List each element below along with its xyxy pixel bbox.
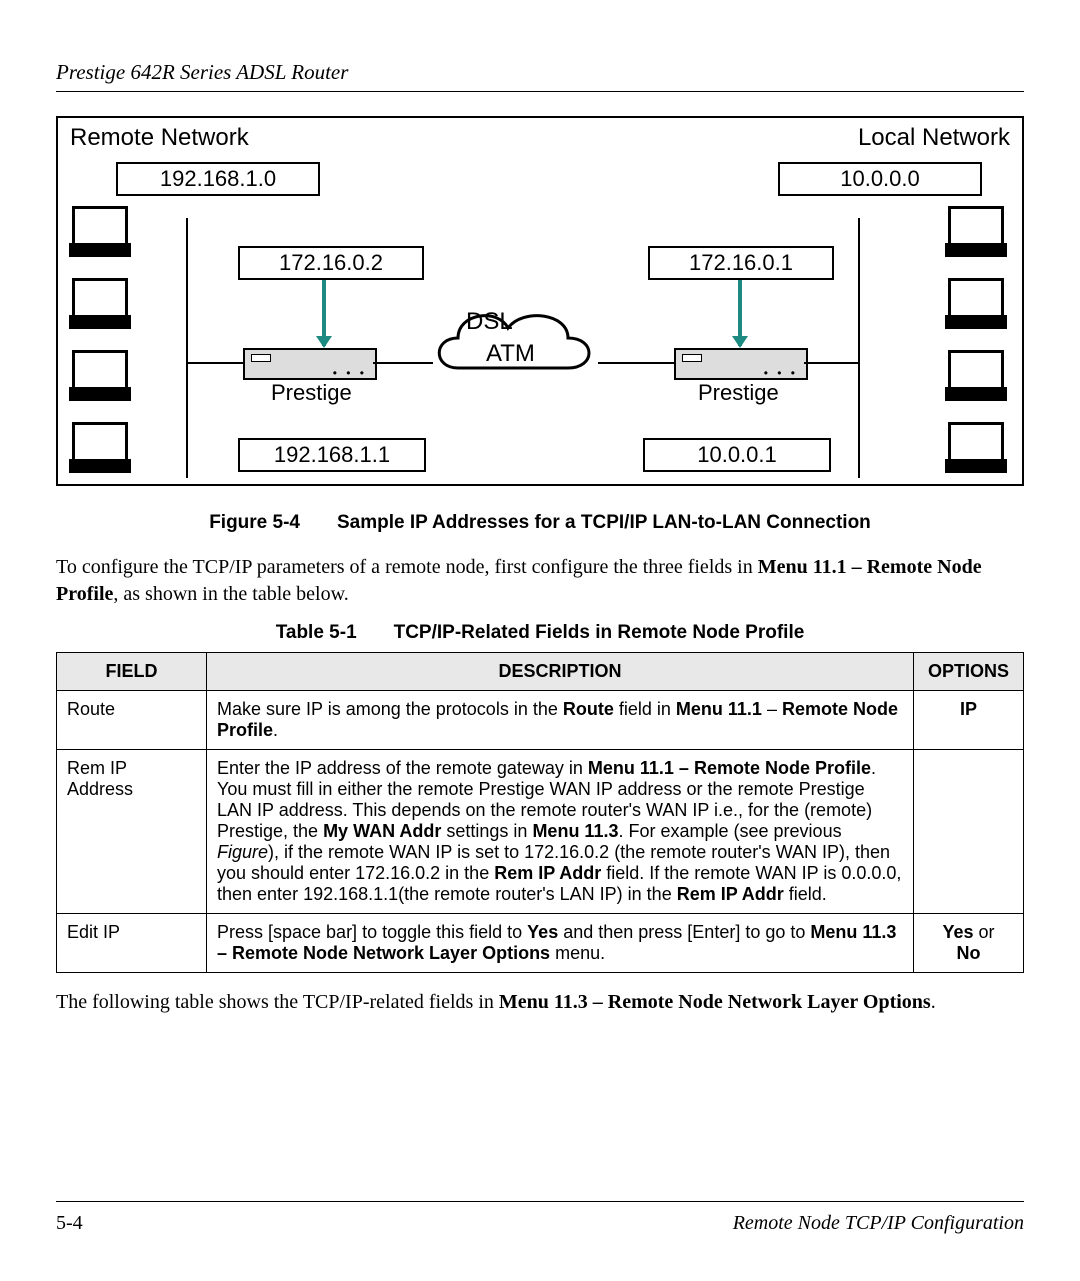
router-icon [243,348,377,380]
intro-paragraph: To configure the TCP/IP parameters of a … [56,554,1024,608]
remote-host-ip: 192.168.1.1 [238,438,426,472]
wire [598,362,674,364]
page: Prestige 642R Series ADSL Router Remote … [0,0,1080,1281]
running-head: Prestige 642R Series ADSL Router [56,60,1024,92]
outro-paragraph: The following table shows the TCP/IP-rel… [56,989,1024,1016]
cell-options [914,750,1024,914]
laptop-icon [72,422,128,466]
remote-wan-ip: 172.16.0.2 [238,246,424,280]
page-number: 5-4 [56,1212,83,1235]
section-title: Remote Node TCP/IP Configuration [733,1212,1024,1235]
cell-field: Rem IP Address [57,750,207,914]
col-field: FIELD [57,653,207,691]
local-wan-ip: 172.16.0.1 [648,246,834,280]
cell-field: Edit IP [57,914,207,973]
table-caption: Table 5-1 TCP/IP-Related Fields in Remot… [56,622,1024,644]
cloud-label-top: DSL [466,308,513,336]
bus-line [186,218,188,478]
text: . [931,991,936,1013]
cell-description: Make sure IP is among the protocols in t… [207,691,914,750]
col-desc: DESCRIPTION [207,653,914,691]
cell-field: Route [57,691,207,750]
arrow-icon [322,280,326,346]
fields-table: FIELD DESCRIPTION OPTIONS RouteMake sure… [56,652,1024,973]
router-icon [674,348,808,380]
table-row: RouteMake sure IP is among the protocols… [57,691,1024,750]
laptop-icon [72,206,128,250]
figure-caption: Figure 5-4 Sample IP Addresses for a TCP… [56,512,1024,534]
table-row: Rem IP AddressEnter the IP address of th… [57,750,1024,914]
remote-network-title: Remote Network [70,124,249,152]
laptop-icon [948,350,1004,394]
table-header-row: FIELD DESCRIPTION OPTIONS [57,653,1024,691]
cell-description: Press [space bar] to toggle this field t… [207,914,914,973]
menu-ref: Menu 11.3 – Remote Node Network Layer Op… [499,991,931,1013]
router-label-right: Prestige [698,380,779,406]
local-network-title: Local Network [858,124,1010,152]
text: To configure the TCP/IP parameters of a … [56,556,758,578]
text: The following table shows the TCP/IP-rel… [56,991,499,1013]
laptop-icon [72,278,128,322]
laptop-icon [72,350,128,394]
wire [373,362,433,364]
wire [804,362,859,364]
arrow-icon [738,280,742,346]
local-host-ip: 10.0.0.1 [643,438,831,472]
col-options: OPTIONS [914,653,1024,691]
table-number: Table 5-1 [276,622,357,643]
bus-line [858,218,860,478]
laptop-icon [948,278,1004,322]
text: , as shown in the table below. [113,583,348,605]
remote-subnet-ip: 192.168.1.0 [116,162,320,196]
wire [188,362,243,364]
table-title: TCP/IP-Related Fields in Remote Node Pro… [394,622,805,643]
figure-title: Sample IP Addresses for a TCPI/IP LAN-to… [337,512,871,533]
local-subnet-ip: 10.0.0.0 [778,162,982,196]
cloud-label-bottom: ATM [486,340,535,368]
router-label-left: Prestige [271,380,352,406]
page-footer: 5-4 Remote Node TCP/IP Configuration [56,1201,1024,1235]
cell-description: Enter the IP address of the remote gatew… [207,750,914,914]
cell-options: IP [914,691,1024,750]
table-row: Edit IPPress [space bar] to toggle this … [57,914,1024,973]
laptop-icon [948,206,1004,250]
figure-number: Figure 5-4 [209,512,300,533]
laptop-icon [948,422,1004,466]
cell-options: Yes orNo [914,914,1024,973]
network-diagram: Remote Network Local Network 192.168.1.0… [56,116,1024,486]
